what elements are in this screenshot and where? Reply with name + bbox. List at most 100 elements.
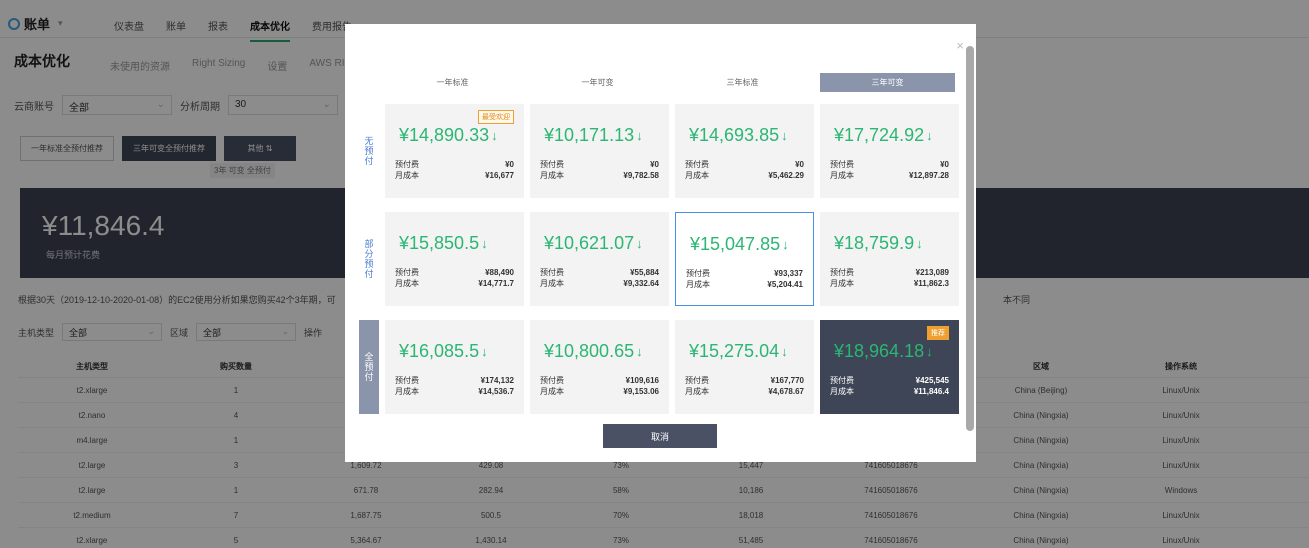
card-price-value: ¥10,621.07 [544,233,635,253]
prepay-label: 预付费 [830,160,854,169]
monthly-value: ¥12,897.28 [908,171,949,180]
modal-scrollbar[interactable] [966,46,974,431]
card-price: ¥18,964.18 ↓ [834,341,933,362]
card-details: 预付费 ¥55,884 月成本 ¥9,332.64 [540,267,659,289]
cancel-button[interactable]: 取消 [603,424,717,448]
monthly-value: ¥5,462.29 [768,171,804,180]
monthly-label: 月成本 [830,387,854,396]
prepay-line: 预付费 ¥88,490 [395,267,514,278]
arrow-down-icon: ↓ [781,128,788,143]
card-price: ¥14,890.33 ↓ [399,125,498,146]
prepay-line: 预付费 ¥0 [395,159,514,170]
prepay-value: ¥0 [795,160,804,169]
card-details: 预付费 ¥425,545 月成本 ¥11,846.4 [830,375,949,397]
price-card[interactable]: ¥18,759.9 ↓ 预付费 ¥213,089 月成本 ¥11,862.3 [820,212,959,306]
plan-row-partial-upfront: 部分预付 ¥15,850.5 ↓ 预付费 ¥88,490 月成本 ¥14,771.7 ¥10,… [359,212,965,306]
prepay-value: ¥93,337 [774,269,803,278]
price-card[interactable]: ¥10,800.65 ↓ 预付费 ¥109,616 月成本 ¥9,153.06 [530,320,669,414]
card-price: ¥17,724.92 ↓ [834,125,933,146]
card-price: ¥10,800.65 ↓ [544,341,643,362]
monthly-value: ¥9,332.64 [623,279,659,288]
card-details: 预付费 ¥93,337 月成本 ¥5,204.41 [686,268,803,290]
monthly-value: ¥9,782.58 [623,171,659,180]
monthly-label: 月成本 [830,171,854,180]
prepay-value: ¥88,490 [485,268,514,277]
arrow-down-icon: ↓ [491,128,498,143]
price-card[interactable]: ¥10,621.07 ↓ 预付费 ¥55,884 月成本 ¥9,332.64 [530,212,669,306]
card-price-value: ¥18,759.9 [834,233,915,253]
prepay-line: 预付费 ¥0 [830,159,949,170]
prepay-value: ¥0 [650,160,659,169]
monthly-value: ¥14,771.7 [478,279,514,288]
monthly-label: 月成本 [685,171,709,180]
monthly-value: ¥4,678.67 [768,387,804,396]
prepay-line: 预付费 ¥0 [540,159,659,170]
prepay-value: ¥174,132 [480,376,514,385]
prepay-line: 预付费 ¥55,884 [540,267,659,278]
monthly-label: 月成本 [686,280,710,289]
card-price-value: ¥17,724.92 [834,125,925,145]
price-card[interactable]: 最受欢迎 ¥14,890.33 ↓ 预付费 ¥0 月成本 ¥16,677 [385,104,524,198]
monthly-line: 月成本 ¥4,678.67 [685,386,804,397]
card-details: 预付费 ¥0 月成本 ¥9,782.58 [540,159,659,181]
monthly-label: 月成本 [540,387,564,396]
close-icon[interactable]: × [956,38,964,53]
arrow-down-icon: ↓ [636,236,643,251]
card-details: 预付费 ¥88,490 月成本 ¥14,771.7 [395,267,514,289]
row-label-partial-upfront[interactable]: 部分预付 [359,212,379,306]
card-price: ¥15,850.5 ↓ [399,233,488,254]
price-card[interactable]: ¥15,275.04 ↓ 预付费 ¥167,770 月成本 ¥4,678.67 [675,320,814,414]
tab-3yr-standard[interactable]: 三年标准 [675,73,810,92]
monthly-value: ¥9,153.06 [623,387,659,396]
card-details: 预付费 ¥0 月成本 ¥16,677 [395,159,514,181]
card-price: ¥16,085.5 ↓ [399,341,488,362]
monthly-label: 月成本 [685,387,709,396]
card-price: ¥10,171.13 ↓ [544,125,643,146]
price-card[interactable]: 推荐 ¥18,964.18 ↓ 预付费 ¥425,545 月成本 ¥11,846.4 [820,320,959,414]
monthly-line: 月成本 ¥14,771.7 [395,278,514,289]
card-details: 预付费 ¥0 月成本 ¥5,462.29 [685,159,804,181]
arrow-down-icon: ↓ [916,236,923,251]
prepay-label: 预付费 [686,269,710,278]
plan-row-all-upfront: 全预付 ¥16,085.5 ↓ 预付费 ¥174,132 月成本 ¥14,536.7 ¥10,… [359,320,965,414]
arrow-down-icon: ↓ [481,236,488,251]
monthly-label: 月成本 [395,171,419,180]
prepay-label: 预付费 [830,268,854,277]
card-details: 预付费 ¥167,770 月成本 ¥4,678.67 [685,375,804,397]
price-card[interactable]: ¥15,047.85 ↓ 预付费 ¥93,337 月成本 ¥5,204.41 [675,212,814,306]
prepay-value: ¥425,545 [915,376,949,385]
price-card[interactable]: ¥16,085.5 ↓ 预付费 ¥174,132 月成本 ¥14,536.7 [385,320,524,414]
monthly-label: 月成本 [395,279,419,288]
price-card[interactable]: ¥15,850.5 ↓ 预付费 ¥88,490 月成本 ¥14,771.7 [385,212,524,306]
card-price-value: ¥15,850.5 [399,233,480,253]
tab-3yr-convertible[interactable]: 三年可变 [820,73,955,92]
monthly-line: 月成本 ¥14,536.7 [395,386,514,397]
prepay-line: 预付费 ¥0 [685,159,804,170]
price-card[interactable]: ¥10,171.13 ↓ 预付费 ¥0 月成本 ¥9,782.58 [530,104,669,198]
prepay-label: 预付费 [395,160,419,169]
tab-1yr-standard[interactable]: 一年标准 [385,73,520,92]
arrow-down-icon: ↓ [636,344,643,359]
card-price: ¥18,759.9 ↓ [834,233,923,254]
row-label-all-upfront[interactable]: 全预付 [359,320,379,414]
arrow-down-icon: ↓ [926,344,933,359]
row-label-no-upfront[interactable]: 无预付 [359,104,379,198]
card-price: ¥14,693.85 ↓ [689,125,788,146]
monthly-label: 月成本 [540,279,564,288]
prepay-value: ¥213,089 [915,268,949,277]
prepay-line: 预付费 ¥167,770 [685,375,804,386]
monthly-value: ¥16,677 [485,171,514,180]
card-price-value: ¥10,800.65 [544,341,635,361]
price-card[interactable]: ¥17,724.92 ↓ 预付费 ¥0 月成本 ¥12,897.28 [820,104,959,198]
card-price-value: ¥14,693.85 [689,125,780,145]
monthly-value: ¥5,204.41 [767,280,803,289]
price-card[interactable]: ¥14,693.85 ↓ 预付费 ¥0 月成本 ¥5,462.29 [675,104,814,198]
card-price-value: ¥16,085.5 [399,341,480,361]
prepay-label: 预付费 [685,376,709,385]
plan-tabs: 一年标准 一年可变 三年标准 三年可变 [385,73,965,92]
monthly-line: 月成本 ¥11,862.3 [830,278,949,289]
monthly-line: 月成本 ¥11,846.4 [830,386,949,397]
tab-1yr-convertible[interactable]: 一年可变 [530,73,665,92]
card-details: 预付费 ¥109,616 月成本 ¥9,153.06 [540,375,659,397]
card-price: ¥10,621.07 ↓ [544,233,643,254]
